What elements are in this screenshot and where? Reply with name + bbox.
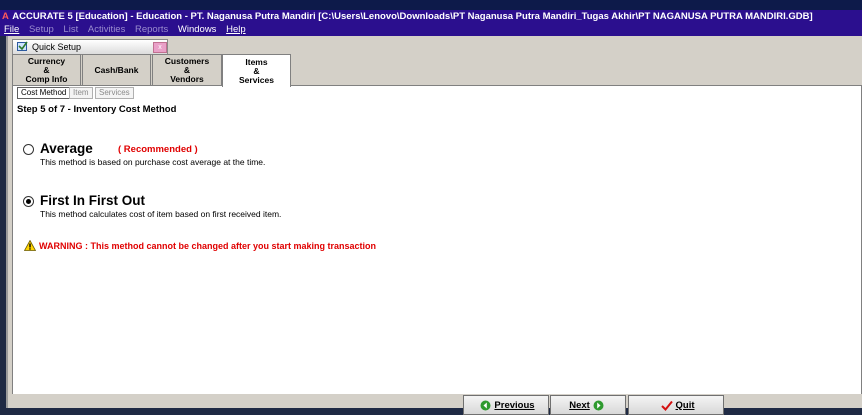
previous-button[interactable]: Previous <box>463 395 549 415</box>
radio-selected-dot <box>26 199 31 204</box>
menu-file-label: File <box>4 24 20 35</box>
average-label: Average <box>40 141 93 156</box>
average-radio[interactable] <box>23 144 34 155</box>
quick-setup-window-tab[interactable]: Quick Setup x <box>12 39 168 55</box>
menu-list[interactable]: List <box>63 24 78 35</box>
step-heading: Step 5 of 7 - Inventory Cost Method <box>17 104 177 115</box>
check-icon <box>660 400 673 411</box>
previous-arrow-icon <box>480 400 491 410</box>
tab-customers-vendors[interactable]: Customers & Vendors <box>152 54 222 85</box>
menu-activities[interactable]: Activities <box>88 24 125 35</box>
fifo-label: First In First Out <box>40 193 146 208</box>
subtab-services[interactable]: Services <box>95 87 134 99</box>
menu-setup[interactable]: Setup <box>29 24 54 35</box>
menu-bar: File Setup List Activities Reports Windo… <box>0 23 862 36</box>
title-bar: A ACCURATE 5 [Education] - Education - P… <box>0 10 862 23</box>
next-button[interactable]: Next <box>550 395 626 415</box>
cost-method-panel: Cost Method Item Services Step 5 of 7 - … <box>12 85 862 395</box>
subtab-item[interactable]: Item <box>69 87 93 99</box>
close-icon[interactable]: x <box>153 42 167 53</box>
warning-message: WARNING : This method cannot be changed … <box>23 239 377 251</box>
next-label: Next <box>569 399 590 411</box>
menu-help[interactable]: Help <box>226 24 246 35</box>
fifo-description: This method calculates cost of item base… <box>40 209 282 219</box>
quick-setup-icon <box>17 41 28 51</box>
window-title: ACCURATE 5 [Education] - Education - PT.… <box>12 11 813 22</box>
menu-file[interactable]: File <box>4 24 19 35</box>
menu-windows[interactable]: Windows <box>178 24 217 35</box>
app-icon: A <box>2 11 9 22</box>
warning-text: WARNING : This method cannot be changed … <box>39 241 377 251</box>
top-strip <box>0 0 862 10</box>
menu-reports[interactable]: Reports <box>135 24 168 35</box>
quick-setup-title: Quick Setup <box>32 42 82 52</box>
quit-label: Quit <box>675 399 695 411</box>
menu-help-label: Help <box>226 24 246 35</box>
button-bar: Previous Next Quit <box>8 394 862 415</box>
next-arrow-icon <box>593 400 604 410</box>
fifo-radio[interactable] <box>23 196 34 207</box>
quick-setup-window: Quick Setup x Currency & Comp Info Cash/… <box>6 36 862 415</box>
average-description: This method is based on purchase cost av… <box>40 157 266 167</box>
tab-cash-bank[interactable]: Cash/Bank <box>82 54 151 85</box>
quit-button[interactable]: Quit <box>628 395 724 415</box>
subtab-cost-method[interactable]: Cost Method <box>17 87 71 99</box>
tab-items-services[interactable]: Items & Services <box>222 54 291 87</box>
tab-currency-comp-info[interactable]: Currency & Comp Info <box>12 54 81 85</box>
recommended-tag: ( Recommended ) <box>118 144 198 155</box>
previous-label: Previous <box>494 399 535 411</box>
warning-icon <box>23 239 37 251</box>
